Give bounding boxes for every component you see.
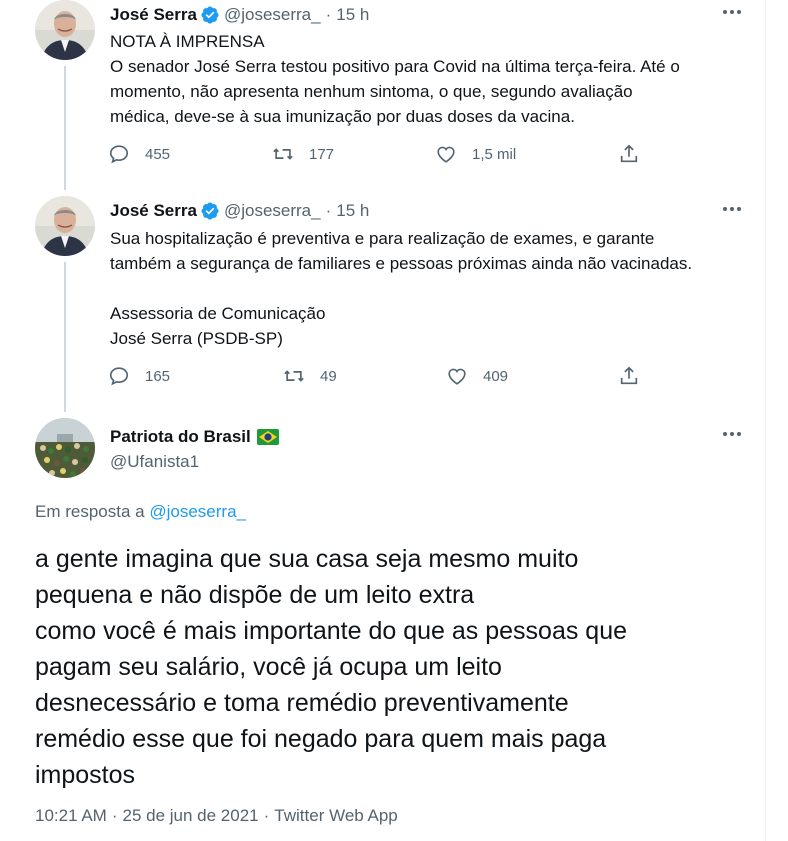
- tweet-line: O senador José Serra testou positivo par…: [110, 57, 680, 76]
- reply-line: pequena e não dispõe de um leito extra: [35, 581, 475, 609]
- more-options-icon[interactable]: [720, 0, 744, 24]
- thread-connector: [64, 262, 66, 412]
- retweet-button[interactable]: 177: [272, 143, 334, 165]
- separator-dot: ·: [111, 806, 118, 825]
- tweet-actions: 165 49 409: [108, 365, 668, 391]
- thread-connector: [64, 66, 66, 190]
- reply-line: a gente imagina que sua casa seja mesmo …: [35, 545, 579, 573]
- reply-line: como você é mais importante do que as pe…: [35, 617, 628, 645]
- author-handle[interactable]: @joseserra_: [224, 200, 321, 222]
- retweet-count: 49: [320, 367, 337, 385]
- tweet-time[interactable]: 10:21 AM: [35, 806, 107, 825]
- reply-line: desnecessário e toma remédio preventivam…: [35, 689, 569, 717]
- tweet-header: José Serra @joseserra_ · 15 h: [110, 200, 369, 222]
- separator-dot: ·: [263, 806, 270, 825]
- tweet-line: também a segurança de familiares e pesso…: [110, 254, 693, 273]
- retweet-button[interactable]: 49: [283, 365, 337, 387]
- heart-icon: [437, 146, 455, 163]
- tweet-text: NOTA À IMPRENSA O senador José Serra tes…: [110, 29, 720, 129]
- brazil-flag-icon: [256, 429, 279, 445]
- like-count: 409: [483, 367, 509, 385]
- more-options-icon[interactable]: [720, 422, 744, 446]
- tweet-source[interactable]: Twitter Web App: [274, 806, 397, 825]
- timestamp[interactable]: 15 h: [336, 4, 369, 26]
- tweet-text: Sua hospitalização é preventiva e para r…: [110, 226, 720, 351]
- author-name[interactable]: José Serra: [110, 4, 197, 26]
- reply-handle-row: @Ufanista1: [110, 451, 199, 473]
- reply-icon: [109, 367, 129, 386]
- retweet-count: 177: [309, 145, 335, 163]
- avatar[interactable]: [35, 0, 95, 60]
- tweet-date[interactable]: 25 de jun de 2021: [123, 806, 259, 825]
- verified-badge-icon: [200, 201, 220, 221]
- more-options-icon[interactable]: [720, 197, 744, 221]
- share-icon: [620, 366, 638, 385]
- in-reply-handle-link[interactable]: @joseserra_: [149, 502, 246, 521]
- share-button[interactable]: [618, 143, 655, 165]
- tweet-actions: 455 177 1,5 mil: [108, 143, 668, 169]
- tweet-line: José Serra (PSDB-SP): [110, 329, 283, 348]
- like-button[interactable]: 1,5 mil: [435, 143, 516, 165]
- share-icon: [620, 144, 638, 163]
- author-handle[interactable]: @Ufanista1: [110, 451, 199, 473]
- reply-header: Patriota do Brasil: [110, 426, 279, 448]
- retweet-icon: [273, 148, 293, 160]
- reply-line: pagam seu salário, você já ocupa um leit…: [35, 653, 502, 681]
- tweet-line: momento, não apresenta nenhum sintoma, o…: [110, 82, 633, 101]
- reply-line: remédio esse que foi negado para quem ma…: [35, 725, 607, 753]
- tweet-header: José Serra @joseserra_ · 15 h: [110, 4, 369, 26]
- separator-dot: ·: [325, 5, 332, 24]
- heart-icon: [448, 368, 466, 385]
- like-count: 1,5 mil: [472, 145, 517, 163]
- tweet-line: [110, 276, 720, 301]
- reply-button[interactable]: 165: [108, 365, 170, 387]
- tweet-line: NOTA À IMPRENSA: [110, 32, 265, 51]
- avatar[interactable]: [35, 196, 95, 256]
- reply-button[interactable]: 455: [108, 143, 170, 165]
- tweet-line: Assessoria de Comunicação: [110, 304, 326, 323]
- tweet-metadata: 10:21 AM · 25 de jun de 2021 · Twitter Web A…: [35, 806, 398, 826]
- tweet-line: médica, deve-se à sua imunização por dua…: [110, 107, 575, 126]
- reply-count: 165: [145, 367, 171, 385]
- in-reply-to: Em resposta a @joseserra_: [35, 502, 246, 522]
- retweet-icon: [284, 370, 304, 382]
- author-handle[interactable]: @joseserra_: [224, 4, 321, 26]
- reply-line: impostos: [35, 761, 136, 789]
- reply-count: 455: [145, 145, 171, 163]
- timestamp[interactable]: 15 h: [336, 200, 369, 222]
- verified-badge-icon: [200, 5, 220, 25]
- separator-dot: ·: [325, 201, 332, 220]
- share-button[interactable]: [618, 365, 655, 387]
- reply-text: a gente imagina que sua casa seja mesmo …: [35, 541, 755, 793]
- tweet-line: Sua hospitalização é preventiva e para r…: [110, 229, 655, 248]
- reply-icon: [109, 145, 129, 164]
- avatar[interactable]: [35, 418, 95, 478]
- like-button[interactable]: 409: [446, 365, 508, 387]
- in-reply-label: Em resposta a: [35, 502, 145, 521]
- author-name[interactable]: José Serra: [110, 200, 197, 222]
- author-name[interactable]: Patriota do Brasil: [110, 426, 251, 448]
- tweet-thread: José Serra @joseserra_ · 15 h NOTA À IMP…: [0, 0, 766, 841]
